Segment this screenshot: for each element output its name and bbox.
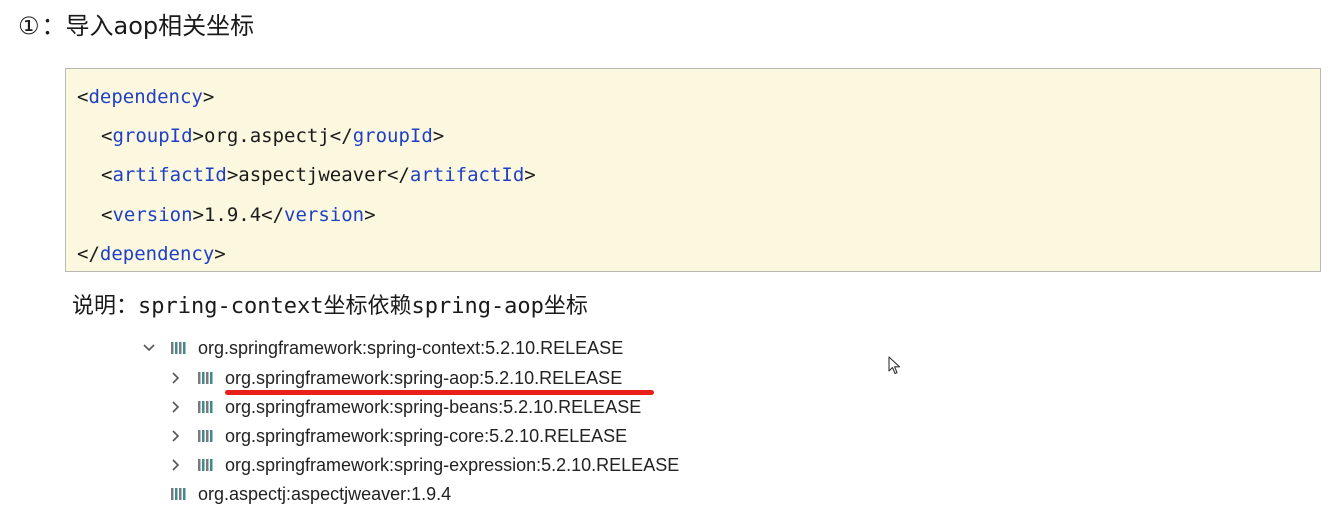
chevron-right-icon[interactable] (169, 395, 183, 419)
dependency-tree: org.springframework:spring-context:5.2.1… (0, 0, 1339, 529)
tree-item-label: org.springframework:spring-expression:5.… (225, 455, 680, 475)
tree-item-spring-beans[interactable]: org.springframework:spring-beans:5.2.10.… (169, 395, 679, 419)
mouse-cursor-icon (888, 356, 901, 375)
library-icon (198, 401, 213, 413)
library-icon (171, 488, 186, 500)
chevron-right-icon[interactable] (169, 453, 183, 477)
library-icon (198, 372, 213, 384)
chevron-right-icon[interactable] (169, 424, 183, 448)
tree-item-label: org.springframework:spring-core:5.2.10.R… (225, 426, 628, 446)
tree-item-label: org.springframework:spring-beans:5.2.10.… (225, 397, 642, 417)
tree-item-spring-expression[interactable]: org.springframework:spring-expression:5.… (169, 453, 729, 477)
chevron-down-icon[interactable] (142, 336, 156, 360)
tree-item-label: org.springframework:spring-aop:5.2.10.RE… (225, 368, 623, 388)
tree-item-spring-context[interactable]: org.springframework:spring-context:5.2.1… (142, 336, 672, 360)
highlight-underline (225, 390, 654, 395)
library-icon (171, 342, 186, 354)
chevron-right-icon[interactable] (169, 366, 183, 390)
tree-item-label: org.springframework:spring-context:5.2.1… (198, 338, 624, 358)
library-icon (198, 459, 213, 471)
tree-item-aspectjweaver[interactable]: org.aspectj:aspectjweaver:1.9.4 (142, 482, 502, 506)
library-icon (198, 430, 213, 442)
tree-item-spring-aop[interactable]: org.springframework:spring-aop:5.2.10.RE… (169, 366, 659, 390)
tree-item-label: org.aspectj:aspectjweaver:1.9.4 (198, 484, 452, 504)
tree-item-spring-core[interactable]: org.springframework:spring-core:5.2.10.R… (169, 424, 669, 448)
